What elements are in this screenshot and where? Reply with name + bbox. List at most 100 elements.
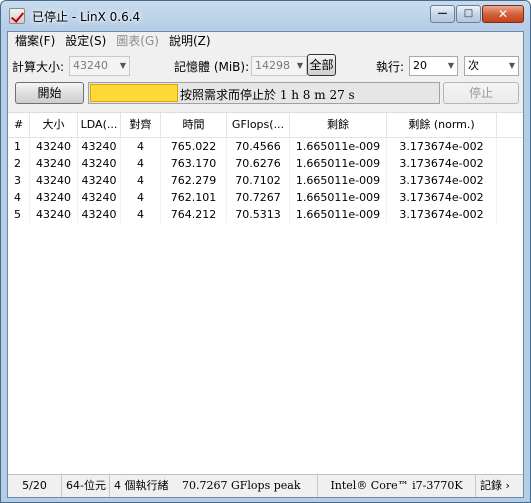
cell-time: 762.101	[161, 189, 227, 206]
progress-fill	[90, 84, 178, 102]
minimize-button[interactable]: —	[430, 5, 455, 23]
close-icon: ✕	[497, 7, 509, 21]
cell-size: 43240	[30, 138, 78, 155]
table-row[interactable]: 1 43240 43240 4 765.022 70.4566 1.665011…	[8, 138, 523, 155]
run-unit-value: 次	[468, 59, 479, 72]
client-area: 檔案(F) 設定(S) 圖表(G) 說明(Z) 計算大小: 43240 ▼ 記憶…	[7, 31, 524, 498]
results-table[interactable]: # 大小 LDA(... 對齊 時間 GFlops(... 剩餘 剩餘 (nor…	[8, 112, 523, 475]
table-row[interactable]: 5 43240 43240 4 764.212 70.5313 1.665011…	[8, 206, 523, 223]
cell-gflops: 70.5313	[227, 206, 290, 223]
cell-align: 4	[121, 206, 161, 223]
cell-index: 4	[8, 189, 30, 206]
run-unit-combo[interactable]: 次 ▼	[464, 56, 519, 76]
cell-time: 762.279	[161, 172, 227, 189]
chevron-down-icon: ▼	[447, 61, 454, 70]
progress-text: 按照需求而停止於 1 h 8 m 27 s	[180, 88, 355, 102]
cell-index: 3	[8, 172, 30, 189]
progress-bar: 按照需求而停止於 1 h 8 m 27 s	[88, 82, 440, 104]
cell-gflops: 70.6276	[227, 155, 290, 172]
cell-gflops: 70.4566	[227, 138, 290, 155]
column-header-index[interactable]: #	[8, 113, 30, 137]
menu-help[interactable]: 說明(Z)	[166, 32, 218, 51]
cell-filler	[497, 138, 523, 155]
memory-combo[interactable]: 14298 ▼	[251, 56, 307, 76]
cell-residual: 1.665011e-009	[290, 138, 387, 155]
table-header: # 大小 LDA(... 對齊 時間 GFlops(... 剩餘 剩餘 (nor…	[8, 113, 523, 138]
status-log-button[interactable]: 記錄 ›	[476, 475, 523, 497]
table-row[interactable]: 4 43240 43240 4 762.101 70.7267 1.665011…	[8, 189, 523, 206]
table-row[interactable]: 2 43240 43240 4 763.170 70.6276 1.665011…	[8, 155, 523, 172]
close-button[interactable]: ✕	[482, 5, 524, 23]
cell-residual-norm: 3.173674e-002	[387, 155, 497, 172]
all-memory-button[interactable]: 全部	[307, 54, 336, 76]
cell-residual-norm: 3.173674e-002	[387, 138, 497, 155]
cell-size: 43240	[30, 155, 78, 172]
problem-size-label: 計算大小:	[12, 60, 65, 74]
start-button[interactable]: 開始	[15, 82, 84, 104]
cell-size: 43240	[30, 206, 78, 223]
column-header-lda[interactable]: LDA(...	[78, 113, 121, 137]
cell-gflops: 70.7102	[227, 172, 290, 189]
cell-size: 43240	[30, 189, 78, 206]
column-header-residual[interactable]: 剩餘	[290, 113, 387, 137]
column-header-gflops[interactable]: GFlops(...	[227, 113, 290, 137]
cell-size: 43240	[30, 172, 78, 189]
cell-time: 765.022	[161, 138, 227, 155]
cell-residual-norm: 3.173674e-002	[387, 206, 497, 223]
cell-lda: 43240	[78, 206, 121, 223]
cell-residual-norm: 3.173674e-002	[387, 189, 497, 206]
menu-bar: 檔案(F) 設定(S) 圖表(G) 說明(Z)	[8, 32, 523, 51]
cell-time: 764.212	[161, 206, 227, 223]
cell-lda: 43240	[78, 138, 121, 155]
status-run-progress: 5/20	[8, 475, 62, 497]
status-threads: 4 個執行緒	[114, 479, 169, 492]
cell-residual: 1.665011e-009	[290, 189, 387, 206]
chevron-down-icon: ▼	[508, 61, 515, 70]
cell-residual-norm: 3.173674e-002	[387, 172, 497, 189]
cell-index: 2	[8, 155, 30, 172]
cell-lda: 43240	[78, 172, 121, 189]
maximize-icon: □	[463, 8, 474, 19]
status-architecture: 64-位元	[62, 475, 110, 497]
status-bar: 5/20 64-位元 4 個執行緒 70.7267 GFlops peak In…	[8, 475, 523, 497]
cell-filler	[497, 189, 523, 206]
caption-buttons: — □ ✕	[429, 5, 524, 23]
memory-label: 記憶體 (MiB):	[174, 60, 250, 74]
status-cpu-model: Intel® Core™ i7-3770K	[318, 475, 476, 497]
cell-lda: 43240	[78, 155, 121, 172]
cell-gflops: 70.7267	[227, 189, 290, 206]
menu-file[interactable]: 檔案(F)	[12, 32, 62, 51]
table-row[interactable]: 3 43240 43240 4 762.279 70.7102 1.665011…	[8, 172, 523, 189]
column-header-residual-norm[interactable]: 剩餘 (norm.)	[387, 113, 497, 137]
stop-button[interactable]: 停止	[443, 82, 519, 104]
minimize-icon: —	[437, 8, 448, 19]
cell-align: 4	[121, 172, 161, 189]
cell-residual: 1.665011e-009	[290, 206, 387, 223]
run-count-value: 20	[413, 59, 427, 72]
menu-graph[interactable]: 圖表(G)	[113, 32, 166, 51]
cell-align: 4	[121, 189, 161, 206]
menu-settings[interactable]: 設定(S)	[62, 32, 113, 51]
app-window: 已停止 - LinX 0.6.4 — □ ✕ 檔案(F) 設定(S) 圖表(G)…	[0, 0, 531, 503]
problem-size-combo[interactable]: 43240 ▼	[69, 56, 130, 76]
window-title: 已停止 - LinX 0.6.4	[32, 10, 141, 24]
cell-residual: 1.665011e-009	[290, 155, 387, 172]
run-label: 執行:	[376, 60, 405, 74]
column-header-size[interactable]: 大小	[30, 113, 78, 137]
column-header-align[interactable]: 對齊	[121, 113, 161, 137]
cell-align: 4	[121, 155, 161, 172]
title-bar[interactable]: 已停止 - LinX 0.6.4 — □ ✕	[1, 1, 530, 31]
problem-size-value: 43240	[73, 59, 108, 72]
status-peak-gflops: 70.7267 GFlops peak	[178, 475, 318, 497]
app-icon[interactable]	[9, 8, 25, 24]
cell-index: 5	[8, 206, 30, 223]
chevron-down-icon: ▼	[119, 61, 126, 70]
cell-residual: 1.665011e-009	[290, 172, 387, 189]
maximize-button[interactable]: □	[456, 5, 481, 23]
run-count-combo[interactable]: 20 ▼	[409, 56, 458, 76]
memory-value: 14298	[255, 59, 290, 72]
settings-row: 計算大小: 43240 ▼ 記憶體 (MiB): 14298 ▼ 全部 執行: …	[8, 54, 523, 78]
table-body: 1 43240 43240 4 765.022 70.4566 1.665011…	[8, 138, 523, 223]
column-header-time[interactable]: 時間	[161, 113, 227, 137]
cell-align: 4	[121, 138, 161, 155]
